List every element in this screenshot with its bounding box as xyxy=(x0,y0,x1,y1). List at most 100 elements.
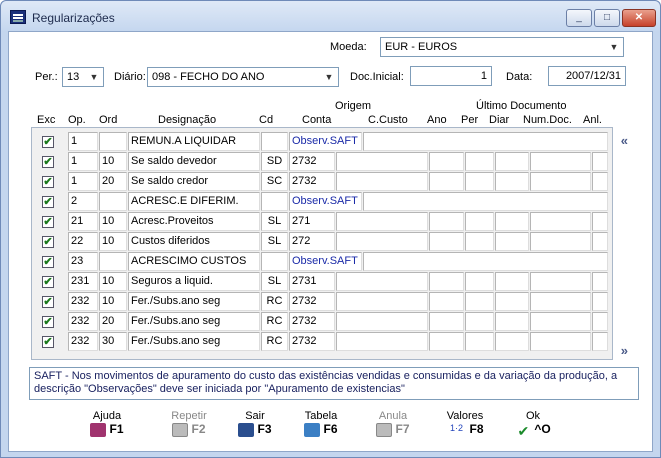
ord-cell[interactable]: 30 xyxy=(99,332,127,351)
anl-cell[interactable] xyxy=(592,172,608,191)
exc-checkbox[interactable]: ✔ xyxy=(42,176,54,188)
diar-cell[interactable] xyxy=(495,232,529,251)
close-button[interactable]: ✕ xyxy=(622,9,656,27)
conta-cell[interactable]: 2732 xyxy=(289,152,335,171)
observacoes-cell[interactable]: Observ.SAFT xyxy=(289,192,362,211)
anl-cell[interactable] xyxy=(592,312,608,331)
per-cell[interactable] xyxy=(465,332,494,351)
diar-cell[interactable] xyxy=(495,272,529,291)
per-cell[interactable] xyxy=(465,292,494,311)
anl-cell[interactable] xyxy=(592,152,608,171)
numdoc-cell[interactable] xyxy=(530,272,591,291)
ord-cell[interactable]: 10 xyxy=(99,232,127,251)
anl-cell[interactable] xyxy=(592,232,608,251)
per-cell[interactable] xyxy=(465,232,494,251)
doc-inicial-input[interactable]: 1 xyxy=(410,66,492,86)
anl-cell[interactable] xyxy=(592,292,608,311)
chevron-down-icon[interactable]: ▼ xyxy=(607,39,621,55)
diar-cell[interactable] xyxy=(495,172,529,191)
ord-cell[interactable]: 20 xyxy=(99,172,127,191)
op-cell[interactable]: 232 xyxy=(68,332,98,351)
des-cell[interactable]: Fer./Subs.ano seg xyxy=(128,312,260,331)
per-cell[interactable] xyxy=(465,172,494,191)
des-cell[interactable]: Custos diferidos xyxy=(128,232,260,251)
op-cell[interactable]: 1 xyxy=(68,132,98,151)
observacoes-text-cell[interactable] xyxy=(363,132,608,151)
des-cell[interactable]: Fer./Subs.ano seg xyxy=(128,332,260,351)
ord-cell[interactable]: 10 xyxy=(99,292,127,311)
ccusto-cell[interactable] xyxy=(336,292,428,311)
des-cell[interactable]: Se saldo devedor xyxy=(128,152,260,171)
ajuda-button[interactable]: Ajuda F1 xyxy=(77,410,137,450)
cd-cell[interactable]: SC xyxy=(261,172,288,191)
numdoc-cell[interactable] xyxy=(530,292,591,311)
moeda-select[interactable]: EUR - EUROS ▼ xyxy=(380,37,624,57)
numdoc-cell[interactable] xyxy=(530,172,591,191)
diar-cell[interactable] xyxy=(495,212,529,231)
conta-cell[interactable]: 271 xyxy=(289,212,335,231)
numdoc-cell[interactable] xyxy=(530,212,591,231)
op-cell[interactable]: 1 xyxy=(68,152,98,171)
ano-cell[interactable] xyxy=(429,172,464,191)
exc-checkbox[interactable]: ✔ xyxy=(42,216,54,228)
cd-cell[interactable] xyxy=(261,192,288,211)
exc-checkbox[interactable]: ✔ xyxy=(42,236,54,248)
des-cell[interactable]: Seguros a liquid. xyxy=(128,272,260,291)
scroll-left-icon[interactable]: « xyxy=(621,133,628,148)
des-cell[interactable]: Acresc.Proveitos xyxy=(128,212,260,231)
des-cell[interactable]: REMUN.A LIQUIDAR xyxy=(128,132,260,151)
ccusto-cell[interactable] xyxy=(336,152,428,171)
op-cell[interactable]: 232 xyxy=(68,312,98,331)
ord-cell[interactable] xyxy=(99,192,127,211)
observacoes-cell[interactable]: Observ.SAFT xyxy=(289,132,362,151)
minimize-button[interactable]: _ xyxy=(566,9,592,27)
cd-cell[interactable] xyxy=(261,132,288,151)
scroll-right-icon[interactable]: » xyxy=(621,343,628,358)
ano-cell[interactable] xyxy=(429,292,464,311)
exc-checkbox[interactable]: ✔ xyxy=(42,136,54,148)
ano-cell[interactable] xyxy=(429,152,464,171)
observacoes-cell[interactable]: Observ.SAFT xyxy=(289,252,362,271)
cd-cell[interactable]: RC xyxy=(261,312,288,331)
cd-cell[interactable]: SD xyxy=(261,152,288,171)
cd-cell[interactable]: RC xyxy=(261,292,288,311)
ord-cell[interactable]: 10 xyxy=(99,272,127,291)
ord-cell[interactable]: 20 xyxy=(99,312,127,331)
per-cell[interactable] xyxy=(465,272,494,291)
op-cell[interactable]: 2 xyxy=(68,192,98,211)
title-bar[interactable]: Regularizações _ □ ✕ xyxy=(1,1,660,31)
sair-button[interactable]: Sair F3 xyxy=(225,410,285,450)
diario-select[interactable]: 098 - FECHO DO ANO ▼ xyxy=(147,67,339,87)
ccusto-cell[interactable] xyxy=(336,272,428,291)
op-cell[interactable]: 1 xyxy=(68,172,98,191)
conta-cell[interactable]: 2732 xyxy=(289,172,335,191)
op-cell[interactable]: 23 xyxy=(68,252,98,271)
op-cell[interactable]: 231 xyxy=(68,272,98,291)
op-cell[interactable]: 22 xyxy=(68,232,98,251)
per-select[interactable]: 13 ▼ xyxy=(62,67,104,87)
cd-cell[interactable] xyxy=(261,252,288,271)
des-cell[interactable]: Se saldo credor xyxy=(128,172,260,191)
conta-cell[interactable]: 2731 xyxy=(289,272,335,291)
diar-cell[interactable] xyxy=(495,152,529,171)
ano-cell[interactable] xyxy=(429,332,464,351)
maximize-button[interactable]: □ xyxy=(594,9,620,27)
op-cell[interactable]: 232 xyxy=(68,292,98,311)
op-cell[interactable]: 21 xyxy=(68,212,98,231)
ano-cell[interactable] xyxy=(429,312,464,331)
cd-cell[interactable]: SL xyxy=(261,272,288,291)
des-cell[interactable]: ACRESC.E DIFERIM. xyxy=(128,192,260,211)
repetir-button[interactable]: Repetir F2 xyxy=(159,410,219,450)
exc-checkbox[interactable]: ✔ xyxy=(42,296,54,308)
numdoc-cell[interactable] xyxy=(530,152,591,171)
chevron-down-icon[interactable]: ▼ xyxy=(322,69,336,85)
per-cell[interactable] xyxy=(465,312,494,331)
ord-cell[interactable]: 10 xyxy=(99,212,127,231)
numdoc-cell[interactable] xyxy=(530,232,591,251)
exc-checkbox[interactable]: ✔ xyxy=(42,256,54,268)
ccusto-cell[interactable] xyxy=(336,232,428,251)
per-cell[interactable] xyxy=(465,212,494,231)
observacoes-text-cell[interactable] xyxy=(363,192,608,211)
anl-cell[interactable] xyxy=(592,332,608,351)
numdoc-cell[interactable] xyxy=(530,332,591,351)
